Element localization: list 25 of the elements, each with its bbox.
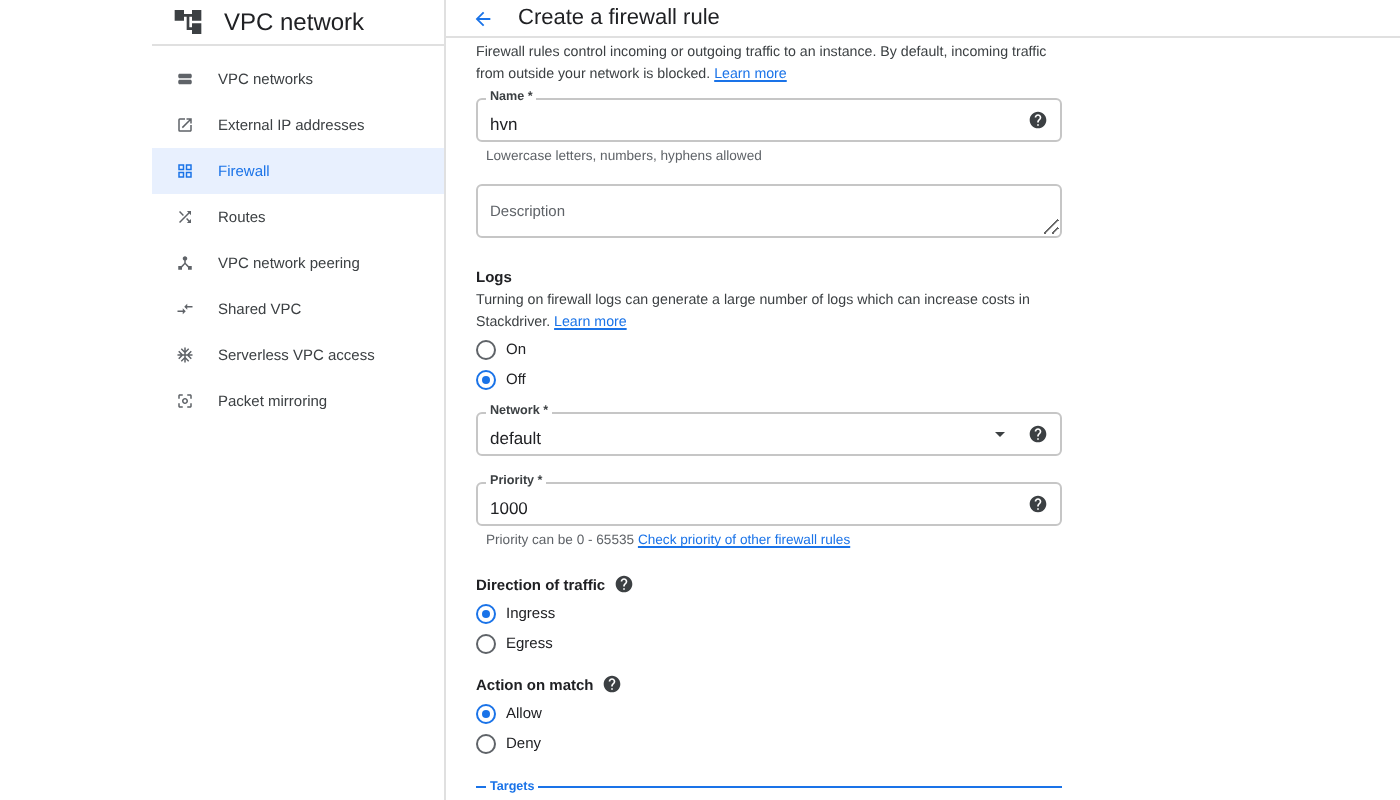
- radio-button[interactable]: [476, 703, 496, 723]
- radio-button[interactable]: [476, 369, 496, 389]
- page-title: Create a firewall rule: [518, 6, 720, 30]
- help-icon[interactable]: [1028, 110, 1048, 130]
- network-select[interactable]: default: [476, 412, 1062, 456]
- shuffle-icon: [176, 208, 194, 226]
- name-field[interactable]: hvn: [476, 98, 1062, 142]
- hub-icon: [176, 254, 194, 272]
- stacked-bars-icon: [176, 70, 194, 88]
- radio-button[interactable]: [476, 733, 496, 753]
- snowflake-icon: [176, 346, 194, 364]
- arrows-icon: [176, 300, 194, 318]
- help-icon[interactable]: [613, 574, 634, 594]
- sidebar-title: VPC network: [224, 8, 365, 36]
- help-icon[interactable]: [1028, 424, 1048, 444]
- help-icon[interactable]: [1028, 494, 1048, 514]
- help-icon[interactable]: [601, 674, 622, 694]
- network-icon: [172, 6, 204, 38]
- radio-button[interactable]: [476, 603, 496, 623]
- back-icon[interactable]: [472, 7, 494, 29]
- radio-button[interactable]: [476, 633, 496, 653]
- focus-icon: [176, 392, 194, 410]
- open-in-new-icon: [176, 116, 194, 134]
- grid-icon: [176, 162, 194, 180]
- radio-button[interactable]: [476, 339, 496, 359]
